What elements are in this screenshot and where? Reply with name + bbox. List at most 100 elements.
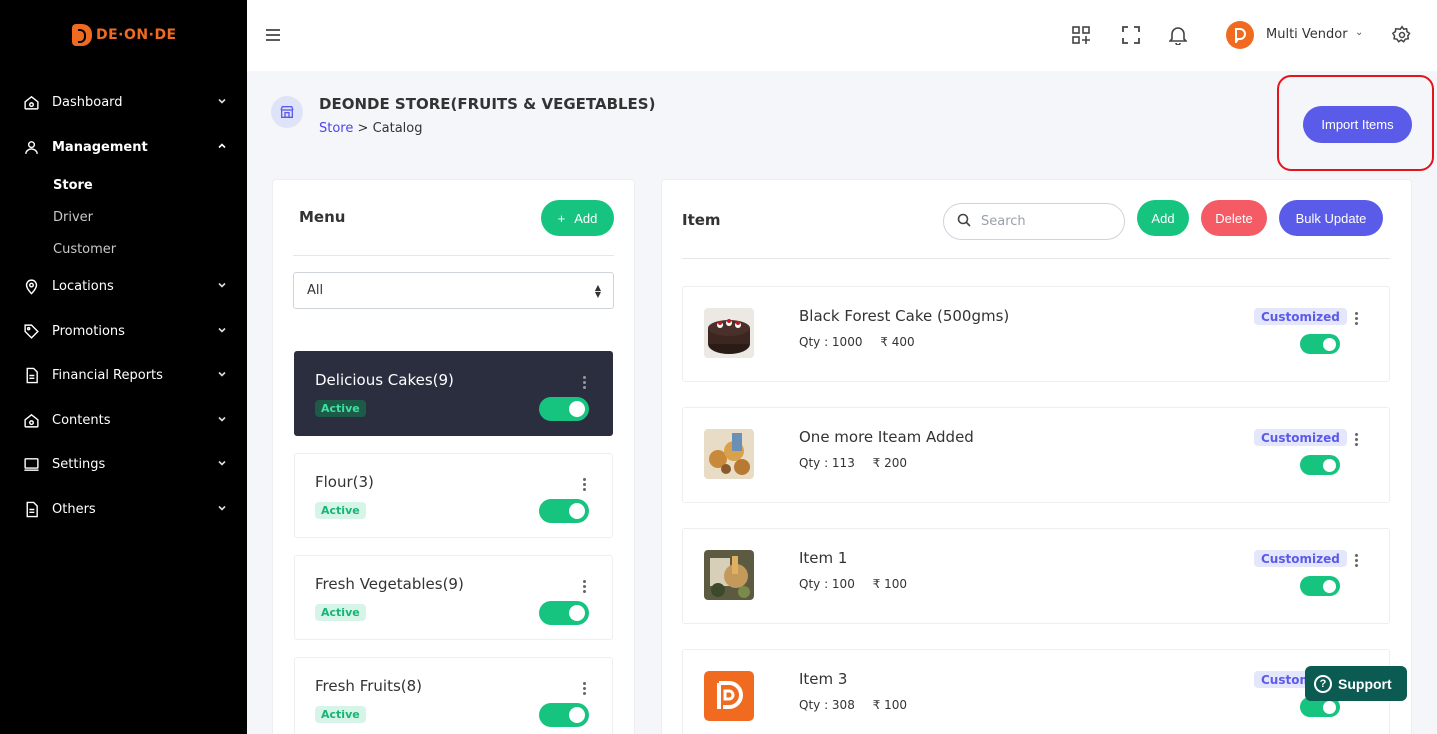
sidebar-item-settings[interactable]: Settings [22, 452, 227, 476]
delete-button[interactable]: Delete [1201, 200, 1267, 236]
item-thumbnail-brand-logo [704, 671, 754, 721]
plus-icon: + [557, 210, 566, 226]
item-qty: Qty : 100 [799, 577, 855, 591]
store-icon [271, 96, 303, 128]
customized-badge: Customized [1254, 429, 1347, 446]
add-item-button[interactable]: Add [1137, 200, 1189, 236]
divider [293, 255, 614, 256]
location-pin-icon [22, 277, 40, 295]
chevron-down-icon[interactable]: ⌄ [1355, 27, 1363, 38]
menu-title: Menu [299, 208, 346, 226]
category-name: Delicious Cakes(9) [315, 371, 454, 389]
sidebar-item-financial-reports[interactable]: Financial Reports [22, 363, 227, 387]
kebab-menu-icon[interactable] [1354, 312, 1358, 327]
chevron-down-icon [217, 414, 227, 427]
category-toggle[interactable] [539, 703, 589, 727]
support-button[interactable]: ? Support [1305, 666, 1407, 701]
sidebar-item-dashboard[interactable]: Dashboard [22, 90, 227, 114]
category-card[interactable]: Fresh Vegetables(9) Active [294, 555, 613, 640]
item-card[interactable]: One more Iteam Added Qty : 113 ₹ 200 Cus… [682, 407, 1390, 503]
tag-icon [22, 322, 40, 340]
breadcrumb-separator: > [357, 121, 369, 136]
chevron-up-icon [217, 141, 227, 154]
status-badge: Active [315, 706, 366, 723]
sidebar-item-contents[interactable]: Contents [22, 408, 227, 432]
kebab-menu-icon[interactable] [582, 682, 586, 697]
logo-text: DE·ON·DE [96, 27, 177, 43]
category-toggle[interactable] [539, 499, 589, 523]
fullscreen-icon[interactable] [1120, 24, 1142, 46]
sidebar-subitem-store[interactable]: Store [53, 178, 93, 193]
gear-icon[interactable] [1391, 24, 1413, 46]
support-label: Support [1338, 675, 1392, 692]
kebab-menu-icon[interactable] [582, 478, 586, 493]
item-name: Black Forest Cake (500gms) [799, 307, 1010, 325]
document-icon [22, 366, 40, 384]
kebab-menu-icon[interactable] [1354, 433, 1358, 448]
item-meta: Qty : 308 ₹ 100 [799, 698, 921, 712]
breadcrumb-current: Catalog [372, 121, 423, 136]
item-qty: Qty : 113 [799, 456, 855, 470]
sidebar-item-label: Settings [52, 456, 106, 472]
item-name: Item 3 [799, 670, 848, 688]
search-box[interactable] [943, 203, 1125, 240]
search-input[interactable] [981, 214, 1111, 229]
user-name[interactable]: Multi Vendor [1266, 27, 1348, 42]
category-name: Fresh Vegetables(9) [315, 575, 464, 593]
chevron-down-icon [217, 280, 227, 293]
qr-add-icon[interactable] [1070, 24, 1092, 46]
sidebar-item-label: Others [52, 501, 96, 517]
sidebar-item-management[interactable]: Management [22, 135, 227, 159]
menu-icon[interactable] [262, 24, 284, 46]
category-toggle[interactable] [539, 397, 589, 421]
item-card[interactable]: Item 3 Qty : 308 ₹ 100 Customized [682, 649, 1390, 734]
item-meta: Qty : 113 ₹ 200 [799, 456, 921, 470]
sidebar-item-label: Management [52, 139, 148, 155]
sidebar-subitem-driver[interactable]: Driver [53, 210, 93, 225]
breadcrumb: Store > Catalog [319, 121, 423, 136]
monitor-icon [22, 455, 40, 473]
item-qty: Qty : 308 [799, 698, 855, 712]
sidebar-item-label: Promotions [52, 323, 125, 339]
menu-filter-select[interactable]: All ▲ ▼ [293, 272, 614, 309]
category-card[interactable]: Fresh Fruits(8) Active [294, 657, 613, 734]
breadcrumb-store-link[interactable]: Store [319, 121, 353, 136]
import-items-button[interactable]: Import Items [1303, 106, 1412, 143]
topbar: Multi Vendor ⌄ [247, 0, 1437, 71]
kebab-menu-icon[interactable] [582, 376, 586, 391]
item-thumbnail-cake [704, 308, 754, 358]
item-toggle[interactable] [1300, 576, 1340, 596]
sidebar: DE·ON·DE Dashboard Management Store Driv… [0, 0, 247, 734]
sidebar-item-promotions[interactable]: Promotions [22, 319, 227, 343]
item-toggle[interactable] [1300, 455, 1340, 475]
kebab-menu-icon[interactable] [1354, 554, 1358, 569]
status-badge: Active [315, 502, 366, 519]
item-price: ₹ 100 [872, 577, 908, 591]
avatar[interactable] [1226, 21, 1254, 49]
status-badge: Active [315, 400, 366, 417]
item-price: ₹ 200 [872, 456, 908, 470]
item-price: ₹ 400 [880, 335, 915, 349]
item-card[interactable]: Black Forest Cake (500gms) Qty : 1000 ₹ … [682, 286, 1390, 382]
sidebar-item-others[interactable]: Others [22, 497, 227, 521]
sidebar-subitem-customer[interactable]: Customer [53, 242, 116, 257]
item-thumbnail-food [704, 429, 754, 479]
logo[interactable]: DE·ON·DE [72, 24, 177, 46]
kebab-menu-icon[interactable] [582, 580, 586, 595]
category-card[interactable]: Delicious Cakes(9) Active [294, 351, 613, 436]
item-qty: Qty : 1000 [799, 335, 863, 349]
sidebar-item-label: Financial Reports [52, 367, 163, 383]
bell-icon[interactable] [1167, 24, 1189, 46]
item-card[interactable]: Item 1 Qty : 100 ₹ 100 Customized [682, 528, 1390, 624]
divider [682, 258, 1390, 259]
chevron-down-icon [217, 458, 227, 471]
bulk-update-button[interactable]: Bulk Update [1279, 200, 1383, 236]
menu-filter-value: All [307, 283, 324, 298]
sidebar-item-locations[interactable]: Locations [22, 274, 227, 298]
help-icon: ? [1314, 674, 1332, 693]
item-toggle[interactable] [1300, 334, 1340, 354]
category-card[interactable]: Flour(3) Active [294, 453, 613, 538]
item-name: Item 1 [799, 549, 848, 567]
add-menu-button[interactable]: + Add [541, 200, 614, 236]
category-toggle[interactable] [539, 601, 589, 625]
